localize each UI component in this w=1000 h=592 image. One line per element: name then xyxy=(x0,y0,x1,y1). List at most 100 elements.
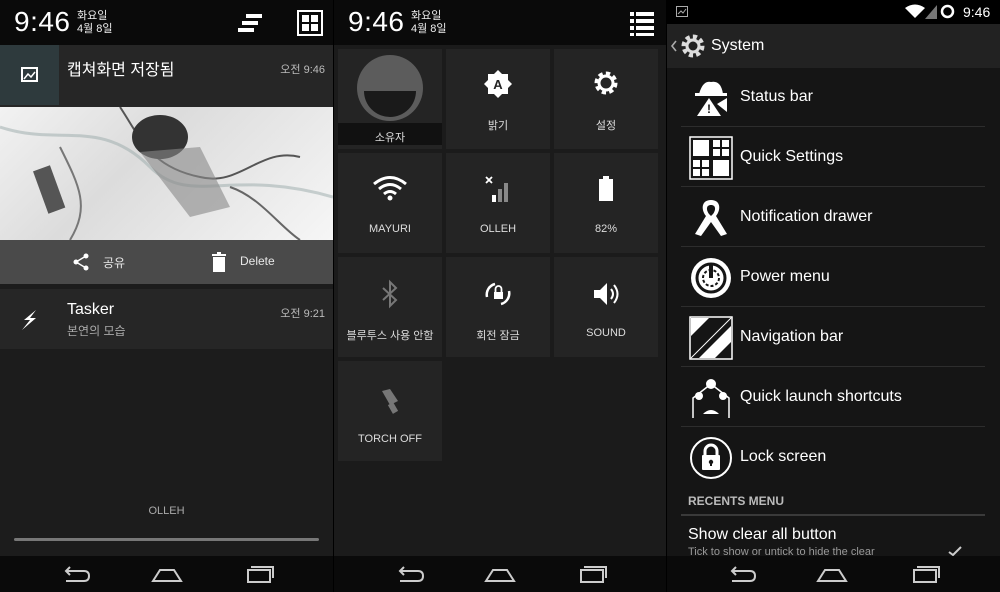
notification-list-icon[interactable] xyxy=(628,9,656,37)
recents-icon[interactable] xyxy=(242,562,276,586)
settings-item-notification-drawer[interactable]: Notification drawer xyxy=(681,188,985,247)
notification-time: 오전 9:21 xyxy=(280,308,325,320)
screenshot-preview-image xyxy=(0,107,333,240)
section-divider xyxy=(681,514,985,516)
notification-shade-panel: 9:46 화요일 4월 8일 캡쳐화면 저장됨 오전 9:46 공유 Delet… xyxy=(0,0,333,592)
notification-actions: 공유 Delete xyxy=(0,240,333,284)
rotation-lock-icon xyxy=(485,282,511,306)
tile-mobile-data[interactable]: OLLEH xyxy=(446,153,550,253)
tile-torch[interactable]: TORCH OFF xyxy=(338,361,442,461)
settings-item-label: Power menu xyxy=(740,268,830,285)
tile-sound[interactable]: SOUND xyxy=(554,257,658,357)
navigation-bar-icon xyxy=(689,316,733,360)
tile-label: 소유자 xyxy=(374,132,406,144)
page-title: System xyxy=(711,37,765,54)
tile-label: TORCH OFF xyxy=(358,433,422,445)
settings-item-lock-screen[interactable]: Lock screen xyxy=(681,428,985,487)
date: 4월 8일 xyxy=(411,23,447,35)
tile-wifi[interactable]: MAYURI xyxy=(338,153,442,253)
tile-bluetooth[interactable]: 블루투스 사용 안함 xyxy=(338,257,442,357)
lock-icon xyxy=(690,437,732,479)
shade-header: 9:46 화요일 4월 8일 xyxy=(0,0,333,45)
tile-label: SOUND xyxy=(586,327,626,339)
settings-item-power-menu[interactable]: Power menu xyxy=(681,248,985,307)
status-time: 9:46 xyxy=(963,4,991,20)
date-box: 화요일 4월 8일 xyxy=(411,10,447,36)
speaker-icon xyxy=(594,283,619,305)
back-icon[interactable] xyxy=(58,562,92,586)
svg-text:A: A xyxy=(493,77,503,92)
delete-button[interactable]: Delete xyxy=(240,254,275,268)
clock: 9:46 xyxy=(348,6,405,37)
date: 4월 8일 xyxy=(77,23,113,35)
carrier-label: OLLEH xyxy=(148,505,185,517)
wifi-status-icon xyxy=(905,4,925,18)
share-button[interactable]: 공유 xyxy=(103,254,125,271)
notification-title: Tasker xyxy=(67,301,115,318)
notification-time: 오전 9:46 xyxy=(280,64,325,76)
action-bar: System xyxy=(667,24,1000,68)
home-icon[interactable] xyxy=(483,562,517,586)
signal-status-icon xyxy=(925,5,937,19)
shade-handle[interactable] xyxy=(14,538,319,541)
settings-item-navigation-bar[interactable]: Navigation bar xyxy=(681,308,985,367)
settings-item-label: Notification drawer xyxy=(740,208,873,225)
tile-label: MAYURI xyxy=(369,223,411,235)
settings-item-label: Lock screen xyxy=(740,448,827,465)
tile-battery[interactable]: 82% xyxy=(554,153,658,253)
tile-label: 회전 잠금 xyxy=(476,330,520,342)
tile-settings[interactable]: 설정 xyxy=(554,49,658,149)
tile-label: 설정 xyxy=(595,120,617,132)
screenshot-notification[interactable]: 캡쳐화면 저장됨 오전 9:46 xyxy=(0,45,333,107)
user-avatar-icon xyxy=(357,55,423,121)
recents-icon[interactable] xyxy=(908,562,942,586)
status-bar-icon: ! xyxy=(695,81,727,116)
back-icon[interactable] xyxy=(392,562,426,586)
recents-icon[interactable] xyxy=(575,562,609,586)
notification-drawer-icon xyxy=(695,200,727,236)
option-label[interactable]: Show clear all button xyxy=(688,526,837,544)
settings-item-label: Navigation bar xyxy=(740,328,844,345)
clock: 9:46 xyxy=(14,6,71,37)
flashlight-icon xyxy=(382,389,399,414)
trash-icon xyxy=(212,252,226,272)
weekday: 화요일 xyxy=(411,10,442,22)
tile-label: 82% xyxy=(594,223,618,235)
gear-icon xyxy=(594,71,618,95)
settings-item-quick-settings[interactable]: Quick Settings xyxy=(681,128,985,187)
settings-item-quick-launch[interactable]: Quick launch shortcuts xyxy=(681,368,985,427)
checkbox[interactable] xyxy=(945,546,965,556)
wifi-icon xyxy=(373,176,407,201)
screenshot-notification-icon xyxy=(676,6,688,17)
back-icon[interactable] xyxy=(724,562,758,586)
date-box: 화요일 4월 8일 xyxy=(77,10,113,36)
home-icon[interactable] xyxy=(815,562,849,586)
cell-signal-icon xyxy=(485,176,508,202)
settings-item-status-bar[interactable]: ! Status bar xyxy=(681,68,985,127)
up-gear-icon[interactable] xyxy=(669,33,707,59)
tile-label: 밝기 xyxy=(487,120,509,132)
tile-user[interactable]: 소유자 xyxy=(338,49,442,149)
tile-label: OLLEH xyxy=(479,223,517,235)
tile-rotation-lock[interactable]: 회전 잠금 xyxy=(446,257,550,357)
brightness-auto-icon: A xyxy=(484,70,512,98)
quick-settings-toggle-icon[interactable] xyxy=(296,9,324,37)
notification-title: 캡쳐화면 저장됨 xyxy=(67,62,175,79)
clear-all-icon[interactable] xyxy=(238,9,266,37)
weekday: 화요일 xyxy=(77,10,108,22)
home-icon[interactable] xyxy=(150,562,184,586)
quick-settings-panel: 9:46 화요일 4월 8일 소유자 A 밝기 설정 MAYURI OLLEH … xyxy=(334,0,666,592)
tile-brightness[interactable]: A 밝기 xyxy=(446,49,550,149)
nav-bar xyxy=(667,556,1000,592)
settings-item-label: Quick launch shortcuts xyxy=(740,388,902,405)
bluetooth-icon xyxy=(382,279,398,309)
svg-text:!: ! xyxy=(707,102,711,116)
power-menu-icon xyxy=(691,258,731,298)
image-icon xyxy=(0,45,59,105)
settings-item-label: Quick Settings xyxy=(740,148,844,165)
sync-status-icon xyxy=(940,4,955,19)
notification-subtitle: 본연의 모습 xyxy=(67,324,126,338)
tasker-notification[interactable]: Tasker 오전 9:21 본연의 모습 xyxy=(0,289,333,349)
shade-header: 9:46 화요일 4월 8일 xyxy=(334,0,666,45)
system-settings-panel: 9:46 System ! Status bar Quick Settings xyxy=(667,0,1000,592)
